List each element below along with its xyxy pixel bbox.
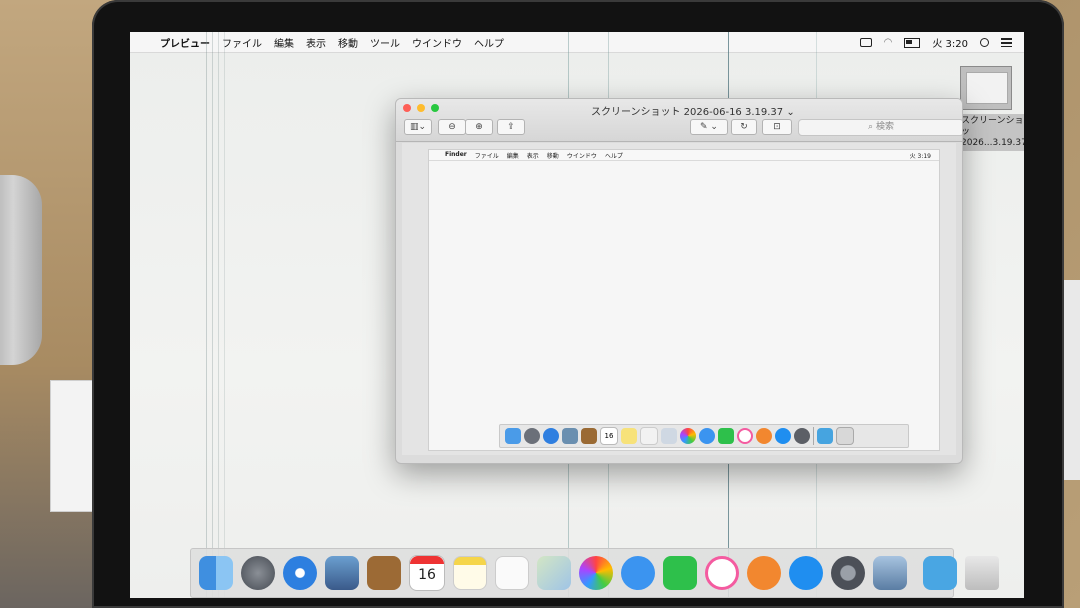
inner-photo-browser-icon bbox=[562, 428, 578, 444]
search-placeholder: 検索 bbox=[875, 122, 894, 132]
inner-menu-go: 移動 bbox=[546, 153, 559, 160]
inner-calendar-icon: 16 bbox=[600, 427, 618, 445]
inner-launchpad-icon bbox=[524, 428, 540, 444]
window-title: スクリーンショット 2026-06-16 3.19.37 ⌄ bbox=[591, 107, 795, 118]
messages-icon[interactable] bbox=[621, 556, 655, 590]
rotate-icon[interactable]: ↻ bbox=[731, 119, 757, 135]
inner-app-name: Finder bbox=[445, 151, 467, 158]
inner-contacts-icon bbox=[581, 428, 597, 444]
facetime-icon[interactable] bbox=[663, 556, 697, 590]
reminders-icon[interactable] bbox=[495, 556, 529, 590]
music-icon[interactable] bbox=[705, 556, 739, 590]
books-icon[interactable] bbox=[747, 556, 781, 590]
clock-text[interactable]: 火 3:20 bbox=[932, 35, 968, 50]
desktop-screenshot-file-icon[interactable] bbox=[960, 66, 1012, 110]
menu-go[interactable]: 移動 bbox=[338, 35, 358, 50]
close-icon[interactable] bbox=[403, 104, 411, 112]
contacts-icon[interactable] bbox=[367, 556, 401, 590]
inner-menu-edit: 編集 bbox=[506, 153, 519, 160]
screenshot-content: Finder ファイル 編集 表示 移動 ウインドウ ヘルプ 火 3:19 16 bbox=[428, 149, 940, 451]
zoom-icon[interactable] bbox=[431, 104, 439, 112]
toolbox-icon[interactable]: ⊡ bbox=[762, 119, 792, 135]
inner-notes-icon bbox=[621, 428, 637, 444]
trash-icon[interactable] bbox=[965, 556, 999, 590]
speaker-object bbox=[0, 175, 42, 365]
display-line-artifact bbox=[206, 32, 207, 598]
launchpad-icon[interactable] bbox=[241, 556, 275, 590]
system-preferences-icon[interactable] bbox=[831, 556, 865, 590]
preview-app-icon[interactable] bbox=[873, 556, 907, 590]
menu-tools[interactable]: ツール bbox=[370, 35, 400, 50]
spotlight-icon[interactable] bbox=[980, 38, 989, 47]
search-field[interactable]: ⌕ 検索 bbox=[798, 119, 962, 136]
display-line-artifact bbox=[224, 32, 225, 598]
inner-appstore-icon bbox=[775, 428, 791, 444]
display-line-artifact bbox=[218, 32, 219, 598]
inner-downloads-icon bbox=[817, 428, 833, 444]
menu-bar: プレビュー ファイル 編集 表示 移動 ツール ウインドウ ヘルプ ◠ 火 3:… bbox=[130, 32, 1024, 53]
menu-help[interactable]: ヘルプ bbox=[474, 35, 504, 50]
inner-photos-icon bbox=[680, 428, 696, 444]
inner-menu-file: ファイル bbox=[474, 153, 499, 160]
inner-dock: 16 bbox=[499, 424, 909, 448]
document-canvas[interactable]: Finder ファイル 編集 表示 移動 ウインドウ ヘルプ 火 3:19 16 bbox=[402, 143, 956, 455]
screen: プレビュー ファイル 編集 表示 移動 ツール ウインドウ ヘルプ ◠ 火 3:… bbox=[130, 32, 1024, 598]
app-store-icon[interactable] bbox=[789, 556, 823, 590]
display-line-artifact bbox=[212, 32, 213, 598]
battery-icon[interactable] bbox=[904, 37, 921, 48]
inner-facetime-icon bbox=[718, 428, 734, 444]
calendar-day: 16 bbox=[418, 567, 436, 583]
inner-music-icon bbox=[737, 428, 753, 444]
wifi-icon[interactable]: ◠ bbox=[884, 37, 893, 48]
dock: 16 bbox=[190, 548, 999, 598]
inner-menu-bar: Finder ファイル 編集 表示 移動 ウインドウ ヘルプ 火 3:19 bbox=[429, 150, 939, 161]
inner-reminders-icon bbox=[640, 427, 658, 445]
markup-pen-icon[interactable]: ✎ ⌄ bbox=[690, 119, 728, 135]
inner-finder-icon bbox=[505, 428, 521, 444]
safari-icon[interactable] bbox=[283, 556, 317, 590]
calendar-icon[interactable]: 16 bbox=[409, 555, 445, 591]
zoom-out-icon[interactable]: ⊖ bbox=[438, 119, 466, 135]
inner-settings-icon bbox=[794, 428, 810, 444]
inner-safari-icon bbox=[543, 428, 559, 444]
menu-file[interactable]: ファイル bbox=[222, 35, 262, 50]
sidebar-toggle-icon[interactable]: ▥⌄ bbox=[404, 119, 432, 135]
inner-clock: 火 3:19 bbox=[909, 153, 931, 160]
menu-window[interactable]: ウインドウ bbox=[412, 35, 462, 50]
inner-menu-view: 表示 bbox=[526, 153, 539, 160]
notification-center-icon[interactable] bbox=[1001, 38, 1012, 47]
photo-browser-icon[interactable] bbox=[325, 556, 359, 590]
downloads-icon[interactable] bbox=[923, 556, 957, 590]
inner-menu-help: ヘルプ bbox=[604, 153, 623, 160]
minimize-icon[interactable] bbox=[417, 104, 425, 112]
file-label-line2: 2026...3.19.37 bbox=[961, 138, 1024, 148]
finder-icon[interactable] bbox=[199, 556, 233, 590]
file-label-line1: スクリーンショッ bbox=[961, 116, 1024, 137]
maps-icon[interactable] bbox=[537, 556, 571, 590]
inner-menu-window: ウインドウ bbox=[566, 153, 597, 160]
share-icon[interactable]: ⇪ bbox=[497, 119, 525, 135]
desktop-screenshot-file-label[interactable]: スクリーンショッ 2026...3.19.37 bbox=[958, 114, 1024, 151]
inner-maps-icon bbox=[661, 428, 677, 444]
photos-icon[interactable] bbox=[579, 556, 613, 590]
inner-messages-icon bbox=[699, 428, 715, 444]
menu-app-name[interactable]: プレビュー bbox=[160, 35, 210, 50]
airplay-icon[interactable] bbox=[859, 38, 872, 47]
inner-dock-separator bbox=[813, 427, 814, 445]
menu-view[interactable]: 表示 bbox=[306, 35, 326, 50]
inner-trash-icon bbox=[836, 427, 854, 445]
zoom-in-icon[interactable]: ⊕ bbox=[465, 119, 493, 135]
preview-window: スクリーンショット 2026-06-16 3.19.37 ⌄ ▥⌄ ⊖ ⊕ ⇪ … bbox=[395, 98, 963, 464]
menu-edit[interactable]: 編集 bbox=[274, 35, 294, 50]
inner-books-icon bbox=[756, 428, 772, 444]
notes-icon[interactable] bbox=[453, 556, 487, 590]
window-titlebar[interactable]: スクリーンショット 2026-06-16 3.19.37 ⌄ ▥⌄ ⊖ ⊕ ⇪ … bbox=[396, 99, 962, 142]
